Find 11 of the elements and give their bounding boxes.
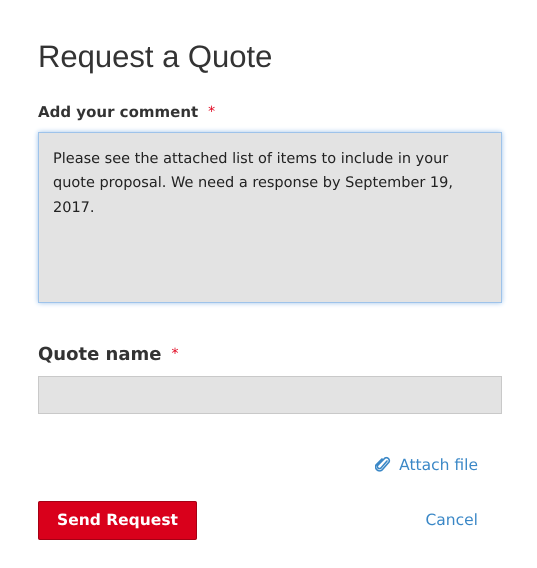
required-mark: * — [172, 344, 178, 364]
required-mark: * — [208, 102, 216, 122]
field-label: Add your comment — [38, 102, 198, 124]
attach-file-link[interactable]: Attach file — [375, 454, 478, 477]
comment-field[interactable]: Please see the attached list of items to include in your quote proposal. We need a response by September 19, 2017. — [38, 132, 502, 303]
quote-name-field[interactable] — [38, 376, 502, 414]
page-title: Request a Quote — [38, 38, 274, 76]
field-label: Quote name — [38, 342, 162, 367]
send-request-button[interactable]: Send Request — [38, 500, 197, 540]
paperclip-icon — [375, 456, 392, 474]
cancel-link[interactable]: Cancel — [425, 508, 478, 532]
